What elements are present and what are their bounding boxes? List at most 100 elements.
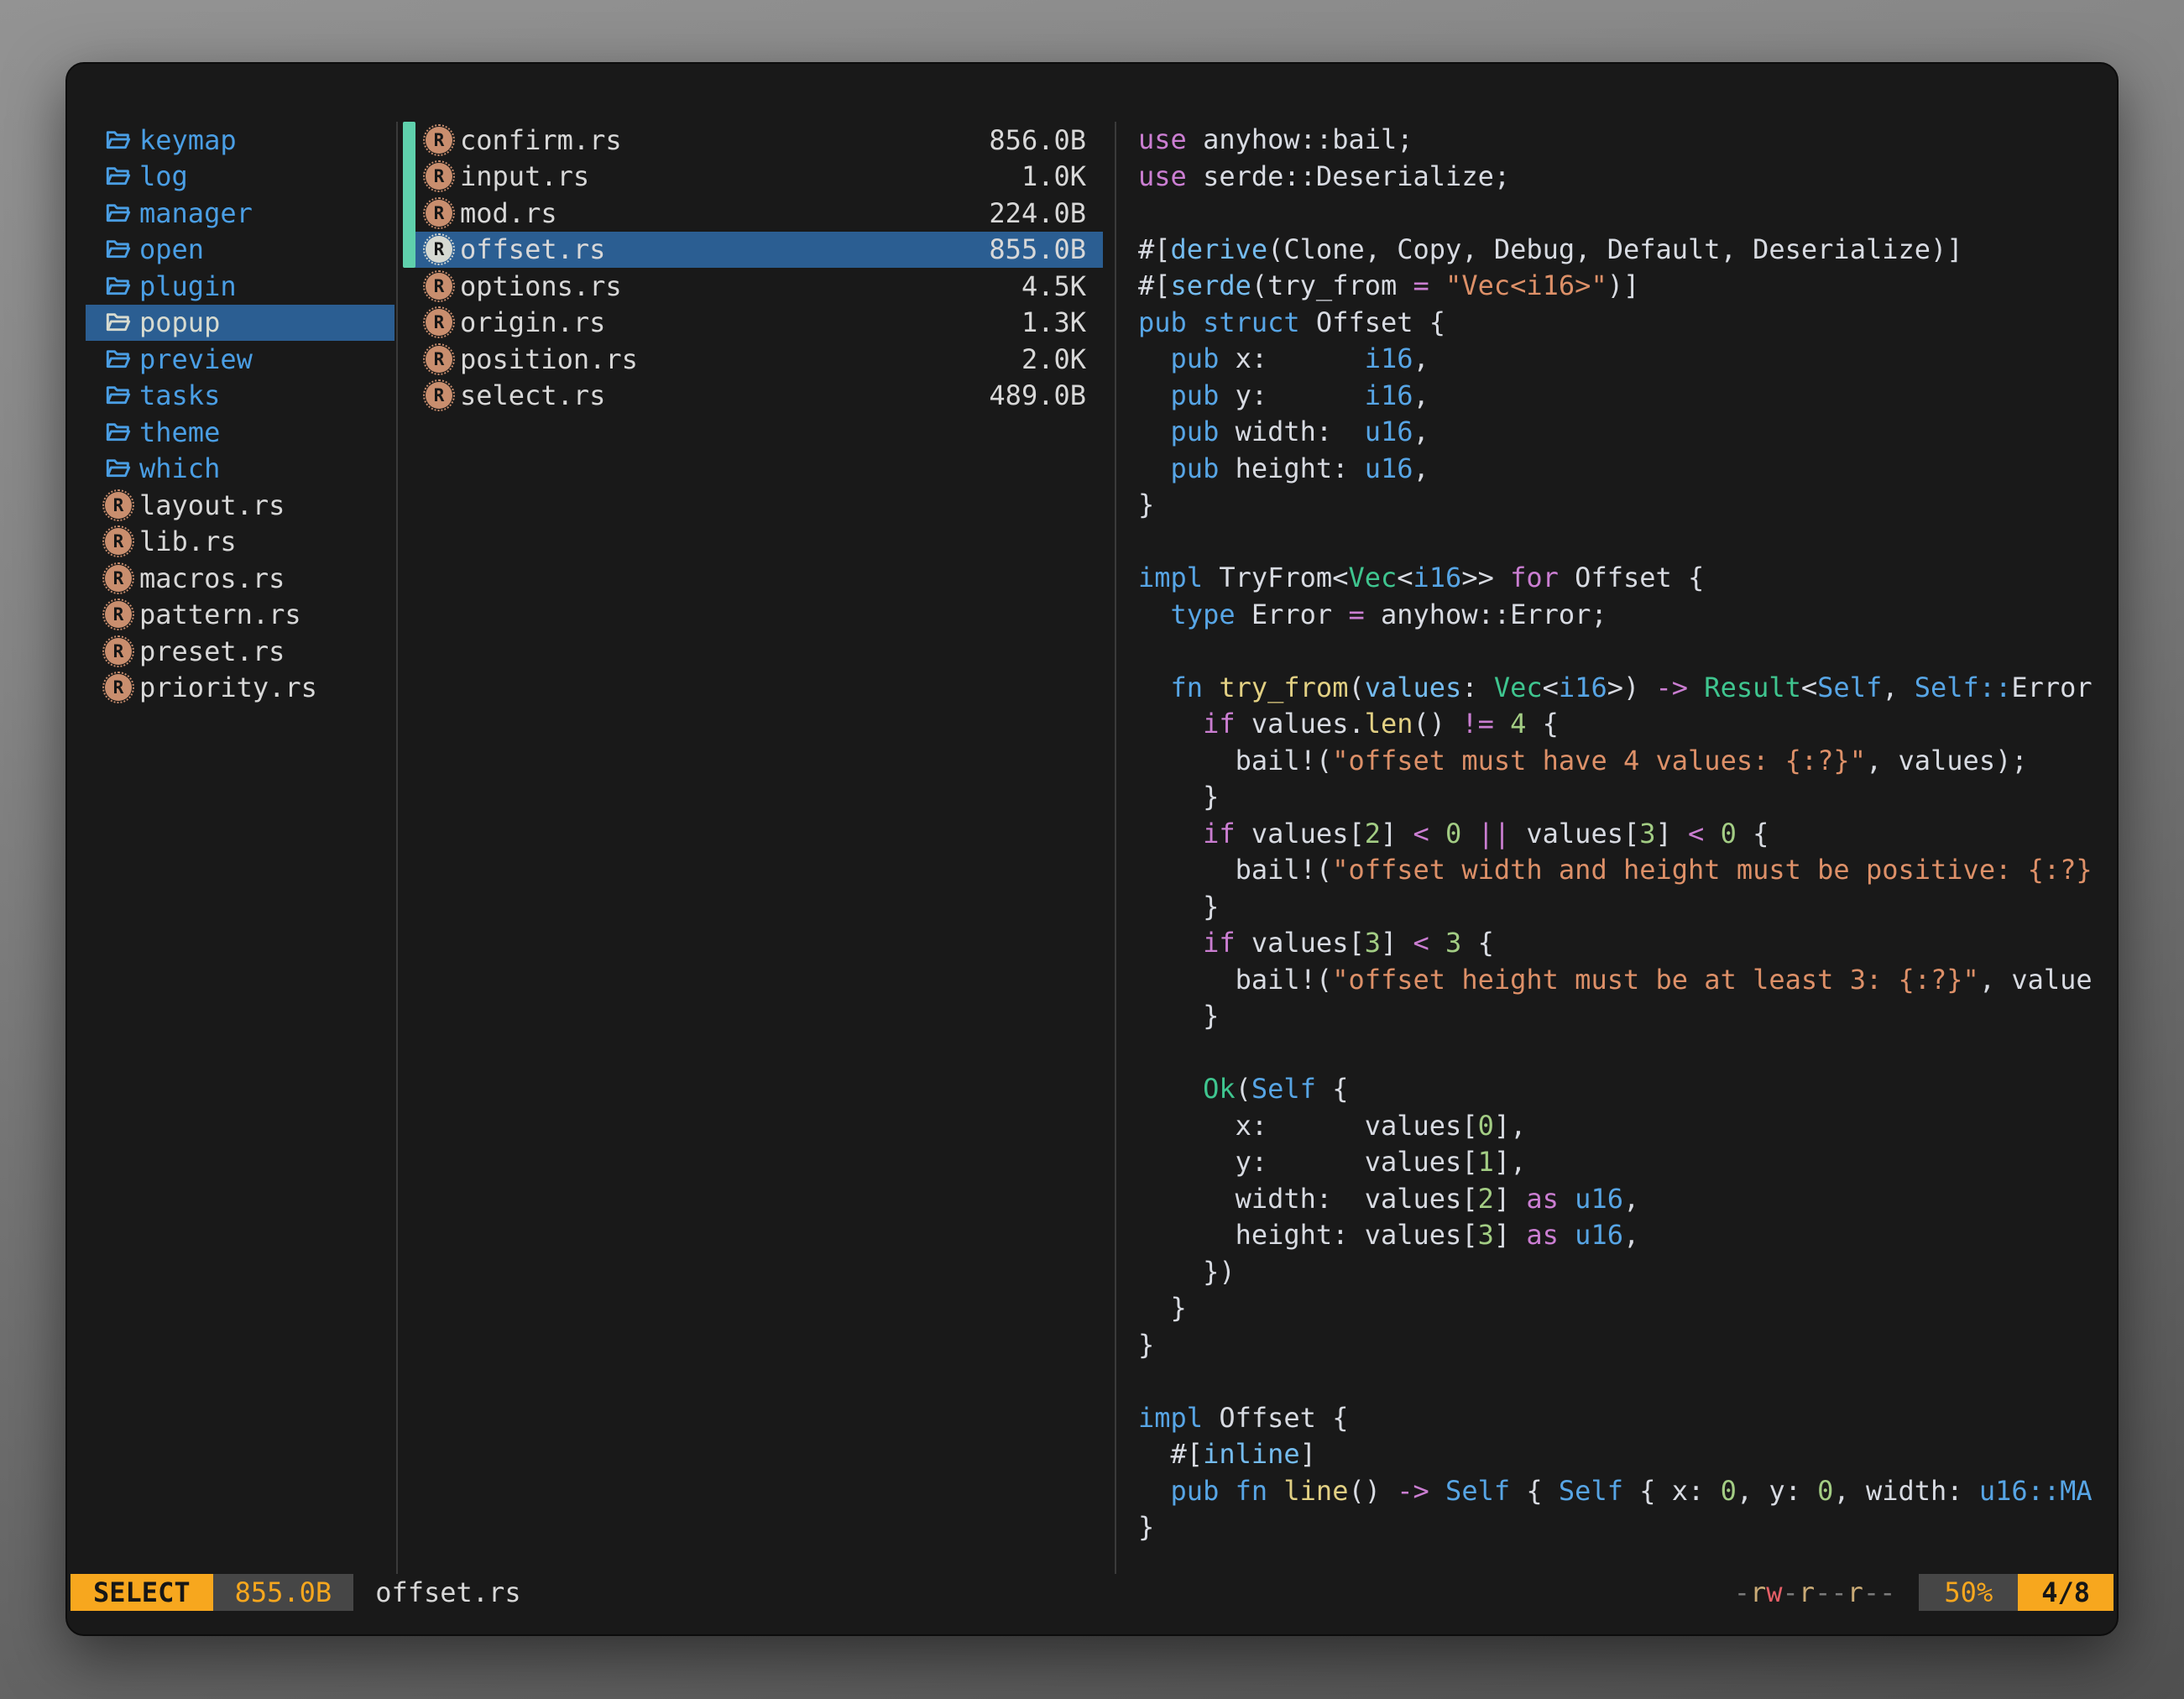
code-line (1138, 524, 2115, 561)
rust-icon: R (426, 127, 452, 154)
dir-row[interactable]: plugin (86, 268, 394, 305)
status-bar: SELECT 855.0B offset.rs -rw-r--r-- 50% 4… (71, 1574, 2113, 1611)
current-directory-pane[interactable]: Rconfirm.rs856.0BRinput.rs1.0K Rmod.rs 224… (400, 122, 1115, 414)
folder-open-icon (104, 272, 133, 301)
file-size: 855.0B (989, 233, 1086, 265)
code-line: pub struct Offset { (1138, 305, 2115, 342)
file-row[interactable]: Rlib.rs (86, 524, 394, 561)
folder-open-icon (104, 235, 133, 264)
entry-name: pattern.rs (139, 599, 301, 630)
file-size: 1.0K (1021, 160, 1086, 192)
dir-row[interactable]: theme (86, 414, 394, 451)
code-line: #[derive(Clone, Copy, Debug, Default, De… (1138, 232, 2115, 269)
entry-name: tasks (139, 379, 220, 411)
file-name: confirm.rs (460, 124, 622, 156)
entry-name: popup (139, 306, 220, 338)
rust-icon: R (105, 601, 132, 628)
file-row[interactable]: Rinput.rs1.0K (415, 159, 1103, 196)
code-line: if values[2] < 0 || values[3] < 0 { (1138, 816, 2115, 853)
code-line: width: values[2] as u16, (1138, 1181, 2115, 1218)
file-row[interactable]: Rpreset.rs (86, 633, 394, 670)
code-line: use anyhow::bail; (1138, 122, 2115, 159)
file-row[interactable]: Rselect.rs489.0B (415, 378, 1103, 415)
file-row[interactable]: Roffset.rs855.0B (415, 232, 1103, 269)
entry-name: preset.rs (139, 635, 285, 667)
code-line: use serde::Deserialize; (1138, 159, 2115, 196)
dir-row[interactable]: manager (86, 195, 394, 232)
status-file-name: offset.rs (375, 1576, 520, 1608)
current-directory-list: Rconfirm.rs856.0BRinput.rs1.0K Rmod.rs 224… (400, 122, 1115, 414)
entry-name: plugin (139, 270, 237, 302)
dir-row[interactable]: which (86, 451, 394, 488)
code-line: impl TryFrom<Vec<i16>> for Offset { (1138, 560, 2115, 597)
entry-name: log (139, 160, 188, 192)
file-row[interactable]: Roptions.rs 4.5K (415, 268, 1103, 305)
file-size: 1.3K (1021, 306, 1086, 338)
code-line: bail!("offset height must be at least 3:… (1138, 962, 2115, 999)
code-line: } (1138, 1327, 2115, 1364)
scrollbar-indicator[interactable] (403, 122, 415, 268)
file-name: position.rs (460, 343, 638, 375)
dir-row[interactable]: tasks (86, 378, 394, 415)
folder-open-icon (104, 308, 133, 337)
mode-badge: SELECT (71, 1574, 213, 1611)
code-line: fn try_from(values: Vec<i16>) -> Result<… (1138, 670, 2115, 707)
code-line: if values.len() != 4 { (1138, 706, 2115, 743)
rust-icon: R (105, 565, 132, 592)
rust-icon: R (426, 346, 452, 373)
entry-name: priority.rs (139, 672, 317, 703)
file-row[interactable]: Rconfirm.rs856.0B (415, 122, 1103, 159)
terminal-window: keymap log manager open plugin popuppreviewta… (65, 62, 2119, 1636)
entry-name: manager (139, 197, 253, 229)
code-line: type Error = anyhow::Error; (1138, 597, 2115, 634)
code-line: pub height: u16, (1138, 451, 2115, 488)
dir-row[interactable]: popup (86, 305, 394, 342)
code-line: } (1138, 779, 2115, 816)
dir-row[interactable]: log (86, 159, 394, 196)
folder-open-icon (104, 418, 133, 447)
dir-row[interactable]: keymap (86, 122, 394, 159)
file-size: 4.5K (1021, 270, 1086, 302)
rust-icon: R (105, 492, 132, 519)
file-size: 489.0B (989, 379, 1086, 411)
rust-icon: R (426, 200, 452, 227)
code-line (1138, 633, 2115, 670)
rust-icon: R (105, 638, 132, 665)
file-preview-pane[interactable]: use anyhow::bail;use serde::Deserialize;… (1116, 122, 2115, 1586)
file-size: 224.0B (989, 197, 1086, 229)
file-row[interactable]: Rmod.rs 224.0B (415, 195, 1103, 232)
code-line: bail!("offset width and height must be p… (1138, 852, 2115, 889)
dir-row[interactable]: preview (86, 341, 394, 378)
file-row[interactable]: Rmacros.rs (86, 560, 394, 597)
file-row[interactable]: Rposition.rs2.0K (415, 341, 1103, 378)
file-row[interactable]: Rlayout.rs (86, 487, 394, 524)
code-line: pub width: u16, (1138, 414, 2115, 451)
folder-open-icon (104, 126, 133, 154)
rust-icon: R (105, 528, 132, 555)
rust-icon: R (426, 236, 452, 263)
code-line: height: values[3] as u16, (1138, 1217, 2115, 1254)
parent-directory-pane[interactable]: keymap log manager open plugin popuppreviewta… (86, 122, 394, 706)
file-row[interactable]: Rpattern.rs (86, 597, 394, 634)
file-name: mod.rs (460, 197, 557, 229)
file-name: select.rs (460, 379, 605, 411)
entry-name: keymap (139, 124, 237, 156)
code-line: y: values[1], (1138, 1144, 2115, 1181)
file-permissions: -rw-r--r-- (1734, 1576, 1896, 1608)
rust-icon: R (426, 273, 452, 300)
code-line: } (1138, 1290, 2115, 1327)
file-row[interactable]: Rpriority.rs (86, 670, 394, 707)
code-line: bail!("offset must have 4 values: {:?}",… (1138, 743, 2115, 780)
dir-row[interactable]: open (86, 232, 394, 269)
code-line: } (1138, 1509, 2115, 1546)
entry-name: lib.rs (139, 525, 237, 557)
rust-icon: R (426, 309, 452, 336)
entry-name: open (139, 233, 204, 265)
file-name: options.rs (460, 270, 622, 302)
file-row[interactable]: Rorigin.rs1.3K (415, 305, 1103, 342)
code-line: } (1138, 889, 2115, 926)
entry-name: macros.rs (139, 562, 285, 594)
entry-name: layout.rs (139, 489, 285, 521)
code-line: #[serde(try_from = "Vec<i16>")] (1138, 268, 2115, 305)
pane-divider-left (396, 122, 398, 1574)
